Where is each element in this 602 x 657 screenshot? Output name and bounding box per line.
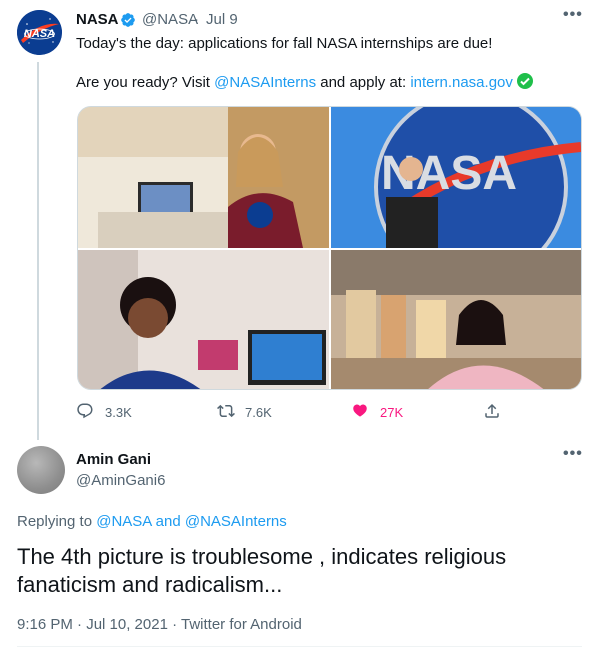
nasa-avatar[interactable]: NASA [17,10,62,55]
replying-mention-1[interactable]: @NASA [96,513,151,530]
tweet-author-name[interactable]: NASA [76,11,119,28]
replying-prefix: Replying to [17,513,97,530]
reply-icon [77,403,93,419]
thread-connector-line [37,62,39,440]
tweet-text-middle: and apply at: [316,74,411,91]
verified-badge-icon [121,13,135,27]
replying-and: and [151,513,185,530]
nasa-logo-text: NASA [24,28,55,40]
like-count: 27K [380,405,404,420]
reply-text: The 4th picture is troublesome , indicat… [17,544,507,597]
replying-to-line: Replying to @NASA and @NASAInterns [17,512,287,532]
url-link[interactable]: intern.nasa.gov [410,74,513,91]
reply-author-name[interactable]: Amin Gani [76,451,151,468]
share-icon [485,403,499,418]
retweet-icon [217,404,235,418]
photo-4[interactable] [331,250,581,389]
photo-2[interactable]: NASA [331,107,581,248]
reply-author-avatar[interactable] [17,446,65,494]
tweet-text-line-2: Are you ready? Visit @NASAInterns and ap… [76,73,533,93]
like-heart-icon [353,404,367,417]
check-emoji-icon [516,73,533,89]
reply-count: 3.3K [105,405,132,420]
replying-mention-2[interactable]: @NASAInterns [185,513,287,530]
tweet-date[interactable]: Jul 9 [206,11,238,28]
tweet-text-prefix: Are you ready? Visit [76,74,215,91]
tweet-text-line-1: Today's the day: applications for fall N… [76,35,493,52]
media-grid[interactable]: NASA [77,106,582,390]
nasa-logo: NASA [17,10,62,55]
tweet-author-handle[interactable]: @NASA [142,11,198,28]
more-icon[interactable]: ••• [563,445,583,463]
mention-link[interactable]: @NASAInterns [214,74,316,91]
photo-1[interactable] [78,107,329,248]
header-separator: · [194,11,199,28]
photo-3[interactable] [78,250,329,389]
reply-author-handle[interactable]: @AminGani6 [76,472,165,489]
retweet-count: 7.6K [245,405,272,420]
divider [17,646,582,647]
reply-timestamp[interactable]: 9:16 PM · Jul 10, 2021 · Twitter for And… [17,615,302,635]
more-icon[interactable]: ••• [563,6,583,24]
